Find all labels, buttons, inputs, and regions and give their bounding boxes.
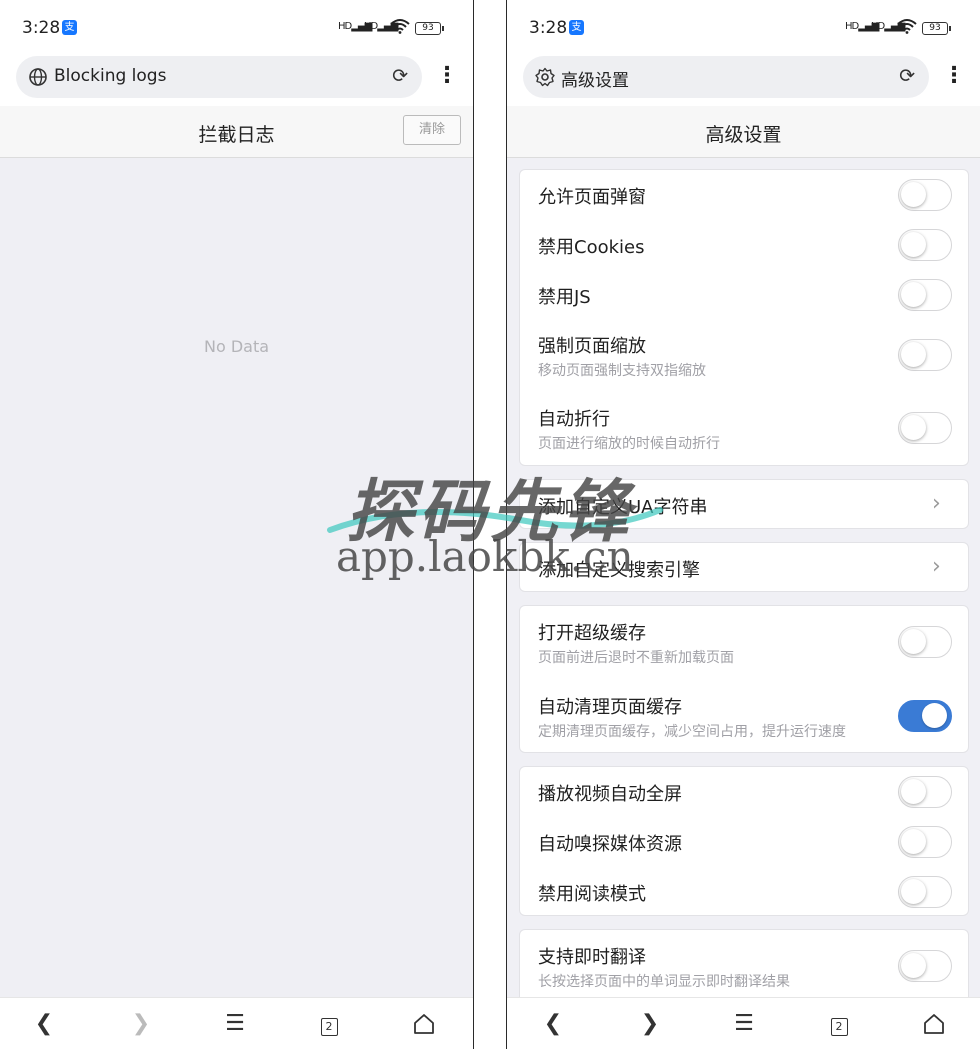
setting-description: 定期清理页面缓存，减少空间占用，提升运行速度 (538, 724, 846, 740)
setting-disable-reader[interactable]: 禁用阅读模式 (520, 867, 968, 917)
menu-icon[interactable]: ☰ (730, 1010, 758, 1038)
forward-icon[interactable]: ❯ (127, 1010, 155, 1038)
tabs-count: 2 (320, 1018, 338, 1036)
setting-custom-search[interactable]: 添加自定义搜索引擎 › (519, 542, 969, 592)
globe-icon (28, 67, 48, 87)
toggle-switch[interactable] (898, 776, 952, 808)
toggle-switch[interactable] (898, 626, 952, 658)
toggle-switch[interactable] (898, 950, 952, 982)
setting-description: 页面进行缩放的时候自动折行 (538, 436, 720, 452)
back-icon[interactable]: ❮ (539, 1010, 567, 1038)
status-bar: 3:28 支 HD▂▄▆ HD▂▄▆ 93 (507, 0, 980, 56)
setting-label: 支持即时翻译 (538, 947, 646, 968)
setting-label: 自动折行 (538, 409, 610, 430)
page-title: 高级设置 (705, 124, 782, 146)
advanced-settings-screen: 3:28 支 HD▂▄▆ HD▂▄▆ 93 高级设置 ⟳ ⋮ 高级设置 允许页面… (506, 0, 980, 1049)
setting-auto-wrap[interactable]: 自动折行 页面进行缩放的时候自动折行 (520, 393, 968, 466)
page-header: 高级设置 (507, 106, 980, 158)
alipay-icon: 支 (569, 20, 584, 35)
setting-video-fullscreen[interactable]: 播放视频自动全屏 (520, 767, 968, 817)
more-menu-icon[interactable]: ⋮ (436, 62, 458, 92)
page-header: 拦截日志 清除 (0, 106, 473, 158)
status-time: 3:28 (22, 18, 61, 38)
setting-label: 强制页面缩放 (538, 336, 646, 357)
menu-icon[interactable]: ☰ (221, 1010, 249, 1038)
toggle-switch[interactable] (898, 826, 952, 858)
bottom-navigation: ❮ ❯ ☰ 2 (507, 997, 980, 1049)
more-menu-icon[interactable]: ⋮ (943, 62, 965, 92)
setting-label: 打开超级缓存 (538, 623, 646, 644)
status-bar: 3:28 支 HD▂▄▆ HD▂▄▆ 93 (0, 0, 473, 56)
setting-instant-translate[interactable]: 支持即时翻译 长按选择页面中的单词显示即时翻译结果 (520, 930, 968, 1003)
bottom-navigation: ❮ ❯ ☰ 2 (0, 997, 473, 1049)
refresh-icon[interactable]: ⟳ (392, 65, 408, 87)
setting-label: 自动清理页面缓存 (538, 697, 682, 718)
setting-label: 添加自定义搜索引擎 (538, 560, 700, 581)
settings-group-media: 播放视频自动全屏 自动嗅探媒体资源 禁用阅读模式 (519, 766, 969, 916)
toggle-switch[interactable] (898, 876, 952, 908)
empty-state-text: No Data (203, 337, 270, 356)
setting-row: 添加自定义UA字符串 › (520, 480, 968, 530)
chevron-right-icon: › (932, 491, 941, 516)
address-bar: 高级设置 ⟳ ⋮ (507, 56, 980, 106)
url-field[interactable]: 高级设置 ⟳ (523, 56, 929, 98)
setting-description: 移动页面强制支持双指缩放 (538, 363, 706, 379)
setting-description: 页面前进后退时不重新加载页面 (538, 650, 734, 666)
chevron-right-icon: › (932, 554, 941, 579)
toggle-switch[interactable] (898, 700, 952, 732)
toggle-switch[interactable] (898, 279, 952, 311)
alipay-icon: 支 (62, 20, 77, 35)
setting-row: 添加自定义搜索引擎 › (520, 543, 968, 593)
toggle-switch[interactable] (898, 412, 952, 444)
status-time: 3:28 (529, 18, 568, 38)
home-icon[interactable] (920, 1010, 948, 1038)
settings-group-cache: 打开超级缓存 页面前进后退时不重新加载页面 自动清理页面缓存 定期清理页面缓存，… (519, 605, 969, 753)
setting-auto-clear-cache[interactable]: 自动清理页面缓存 定期清理页面缓存，减少空间占用，提升运行速度 (520, 679, 968, 754)
setting-label: 禁用JS (538, 287, 591, 308)
wifi-icon (897, 18, 917, 38)
toggle-switch[interactable] (898, 229, 952, 261)
setting-disable-cookies[interactable]: 禁用Cookies (520, 220, 968, 270)
setting-description: 长按选择页面中的单词显示即时翻译结果 (538, 974, 790, 990)
clear-button[interactable]: 清除 (403, 115, 461, 145)
tabs-button[interactable]: 2 (825, 1010, 853, 1038)
toggle-switch[interactable] (898, 339, 952, 371)
setting-label: 禁用阅读模式 (538, 884, 646, 905)
gear-icon (535, 67, 555, 87)
setting-label: 允许页面弹窗 (538, 187, 646, 208)
back-icon[interactable]: ❮ (30, 1010, 58, 1038)
url-field[interactable]: Blocking logs ⟳ (16, 56, 422, 98)
tabs-button[interactable]: 2 (315, 1010, 343, 1038)
setting-force-zoom[interactable]: 强制页面缩放 移动页面强制支持双指缩放 (520, 320, 968, 393)
setting-super-cache[interactable]: 打开超级缓存 页面前进后退时不重新加载页面 (520, 606, 968, 679)
address-bar: Blocking logs ⟳ ⋮ (0, 56, 473, 106)
home-icon[interactable] (410, 1010, 438, 1038)
setting-label: 添加自定义UA字符串 (538, 497, 708, 518)
setting-allow-popups[interactable]: 允许页面弹窗 (520, 170, 968, 220)
forward-icon[interactable]: ❯ (636, 1010, 664, 1038)
settings-group-page: 允许页面弹窗 禁用Cookies 禁用JS 强制页面缩放 移动页面强制支持双指缩… (519, 169, 969, 466)
url-text: Blocking logs (54, 66, 167, 86)
setting-label: 禁用Cookies (538, 237, 645, 258)
setting-custom-ua[interactable]: 添加自定义UA字符串 › (519, 479, 969, 529)
setting-label: 自动嗅探媒体资源 (538, 834, 682, 855)
battery-icon: 93 (922, 22, 951, 35)
url-text: 高级设置 (561, 71, 629, 91)
refresh-icon[interactable]: ⟳ (899, 65, 915, 87)
setting-sniff-media[interactable]: 自动嗅探媒体资源 (520, 817, 968, 867)
battery-icon: 93 (415, 22, 444, 35)
toggle-switch[interactable] (898, 179, 952, 211)
wifi-icon (390, 18, 410, 38)
setting-label: 播放视频自动全屏 (538, 784, 682, 805)
blocking-logs-screen: 3:28 支 HD▂▄▆ HD▂▄▆ 93 Blocking logs ⟳ ⋮ … (0, 0, 474, 1049)
tabs-count: 2 (830, 1018, 848, 1036)
setting-disable-js[interactable]: 禁用JS (520, 270, 968, 320)
